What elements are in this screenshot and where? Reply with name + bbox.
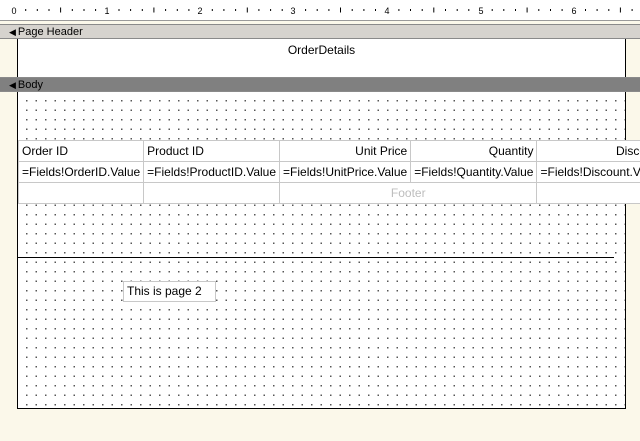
detail-cell-discount[interactable]: =Fields!Discount.Value bbox=[536, 161, 640, 183]
detail-cell-quantity[interactable]: =Fields!Quantity.Value bbox=[410, 161, 538, 183]
horizontal-line[interactable] bbox=[18, 257, 614, 258]
detail-cell-order-id[interactable]: =Fields!OrderID.Value bbox=[17, 161, 145, 183]
horizontal-ruler: 0 1 2 3 4 5 6 bbox=[0, 0, 640, 21]
body-band-label: Body bbox=[17, 79, 43, 91]
page-header-region[interactable]: OrderDetails bbox=[17, 39, 626, 77]
ruler-label-1: 1 bbox=[104, 6, 109, 16]
header-cell-discount[interactable]: Discount bbox=[536, 140, 640, 162]
order-details-table[interactable]: Order ID Product ID Unit Price Quantity … bbox=[17, 140, 640, 204]
footer-cell-label[interactable]: Footer bbox=[279, 182, 538, 204]
ruler-label-5: 5 bbox=[478, 6, 483, 16]
page-number-textbox[interactable]: This is page 2 bbox=[123, 281, 216, 302]
table-detail-row: =Fields!OrderID.Value =Fields!ProductID.… bbox=[17, 161, 640, 183]
table-footer-row: Footer bbox=[17, 182, 640, 204]
page-header-band-bar[interactable]: ◀ Page Header bbox=[0, 24, 640, 39]
ruler-label-0: 0 bbox=[11, 6, 16, 16]
header-cell-product-id[interactable]: Product ID bbox=[143, 140, 281, 162]
body-band-bar[interactable]: ◀ Body bbox=[0, 77, 640, 92]
ruler-label-3: 3 bbox=[290, 6, 295, 16]
ruler-label-6: 6 bbox=[571, 6, 576, 16]
band-arrow-icon: ◀ bbox=[9, 80, 16, 90]
detail-cell-product-id[interactable]: =Fields!ProductID.Value bbox=[143, 161, 281, 183]
detail-cell-unit-price[interactable]: =Fields!UnitPrice.Value bbox=[279, 161, 412, 183]
header-cell-unit-price[interactable]: Unit Price bbox=[279, 140, 412, 162]
footer-cell-5[interactable] bbox=[536, 182, 640, 204]
ruler-label-2: 2 bbox=[197, 6, 202, 16]
body-region[interactable]: Order ID Product ID Unit Price Quantity … bbox=[17, 92, 640, 409]
band-arrow-icon: ◀ bbox=[9, 27, 16, 37]
report-title-textbox[interactable]: OrderDetails bbox=[18, 43, 625, 57]
header-cell-quantity[interactable]: Quantity bbox=[410, 140, 538, 162]
header-cell-order-id[interactable]: Order ID bbox=[17, 140, 145, 162]
footer-cell-2[interactable] bbox=[143, 182, 281, 204]
ruler-ticks: 0 1 2 3 4 5 6 bbox=[11, 6, 633, 16]
table-header-row: Order ID Product ID Unit Price Quantity … bbox=[17, 140, 640, 162]
page-header-band-label: Page Header bbox=[17, 26, 83, 38]
ruler-label-4: 4 bbox=[384, 6, 389, 16]
footer-cell-1[interactable] bbox=[17, 182, 145, 204]
